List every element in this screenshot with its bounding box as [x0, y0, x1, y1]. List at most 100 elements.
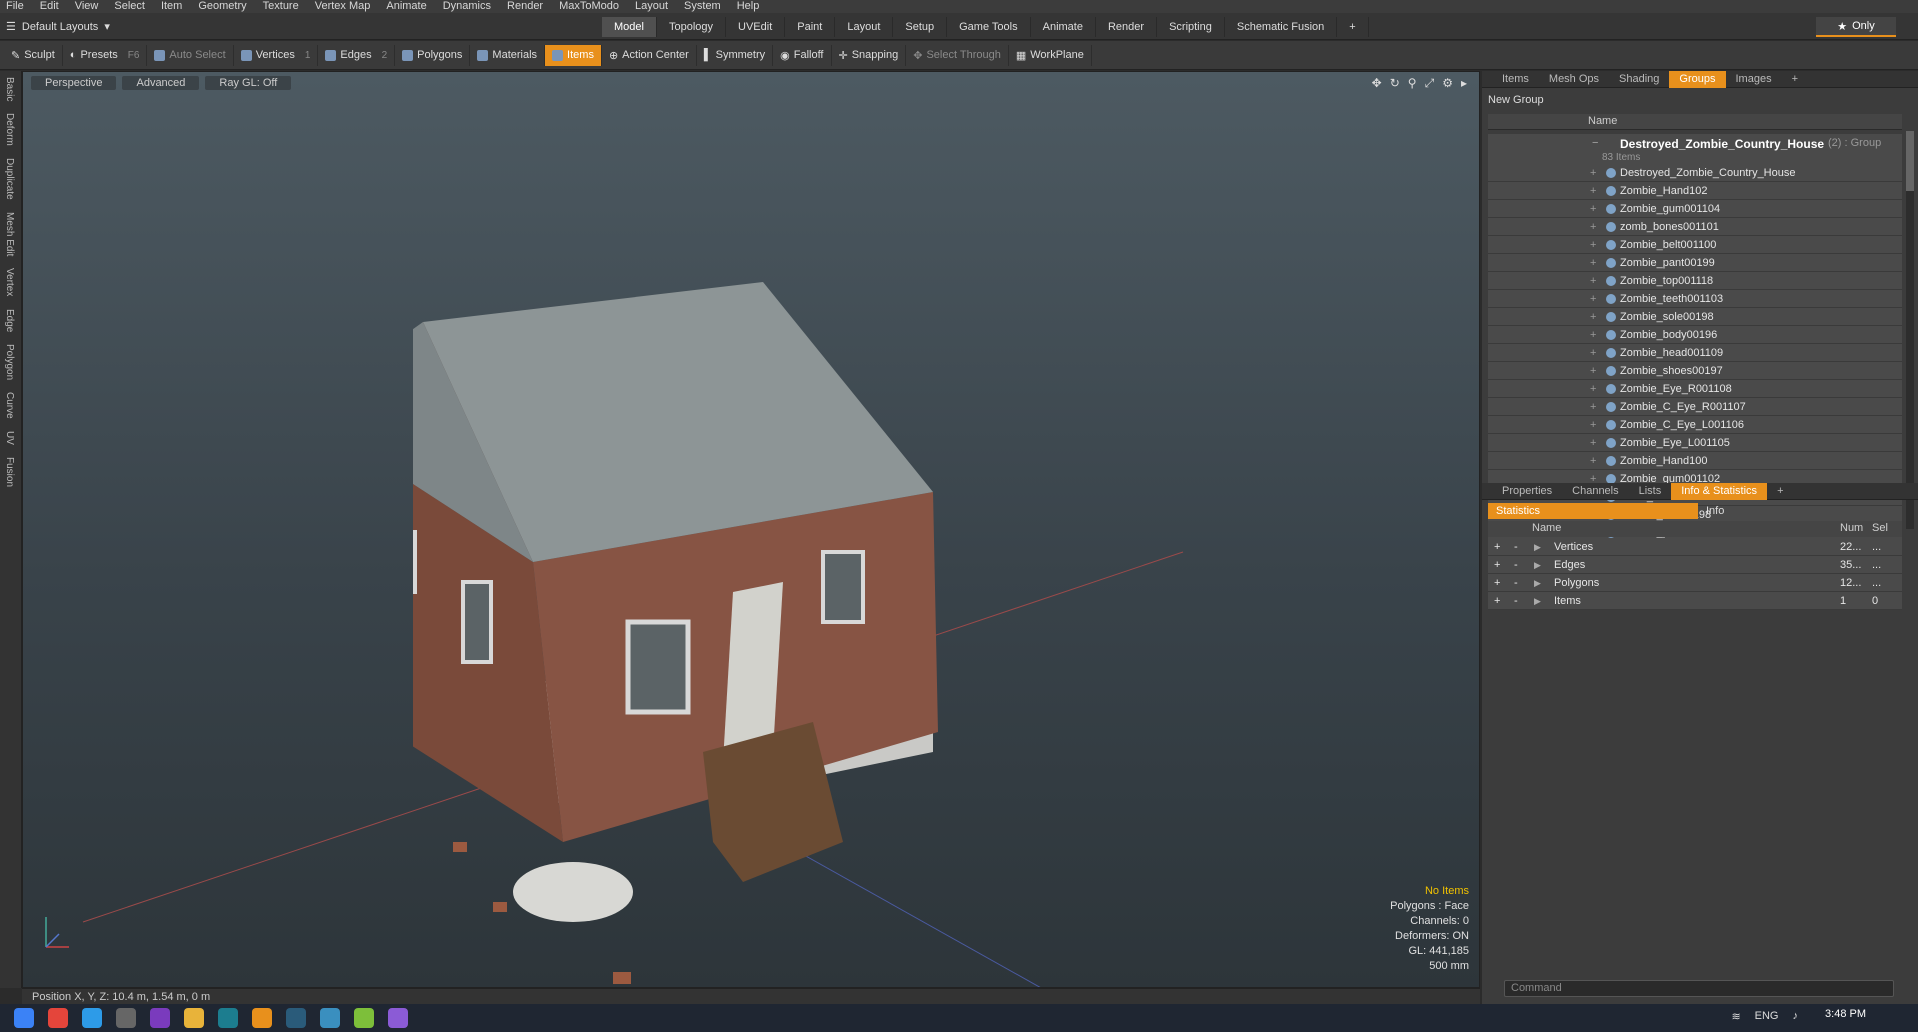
tab-mesh-ops[interactable]: Mesh Ops — [1539, 71, 1609, 88]
list-item[interactable]: + Zombie_Hand102 — [1488, 182, 1902, 200]
clock[interactable]: 3:48 PM — [1825, 1008, 1866, 1020]
materials-button[interactable]: Materials — [470, 44, 546, 66]
menu-help[interactable]: Help — [737, 0, 760, 13]
tool-tab-edge[interactable]: Edge — [0, 303, 15, 338]
add-tab-icon[interactable]: + — [1782, 71, 1808, 88]
action-center-button[interactable]: ⊕ Action Center — [602, 44, 697, 66]
add-tab-icon[interactable]: + — [1767, 483, 1793, 500]
wifi-icon[interactable]: ≋ — [1731, 1010, 1740, 1023]
add-tab-icon[interactable]: + — [1337, 17, 1369, 37]
menu-render[interactable]: Render — [507, 0, 543, 13]
tab-paint[interactable]: Paint — [785, 17, 836, 37]
onenote-icon[interactable] — [150, 1008, 170, 1028]
vertices-button[interactable]: Vertices 1 — [234, 44, 319, 66]
minus-icon[interactable]: - — [1514, 592, 1518, 610]
menu-animate[interactable]: Animate — [386, 0, 426, 13]
symmetry-button[interactable]: ▌ Symmetry — [697, 44, 774, 66]
tool-tab-deform[interactable]: Deform — [0, 107, 15, 152]
tab-animate[interactable]: Animate — [1031, 17, 1096, 37]
workplane-button[interactable]: ▦ WorkPlane — [1009, 44, 1092, 66]
presets-button[interactable]: ◐ Presets F6 — [63, 44, 148, 66]
tab-info-statistics[interactable]: Info & Statistics — [1671, 482, 1768, 500]
only-button[interactable]: ★ Only — [1816, 17, 1896, 37]
expand-icon[interactable]: + — [1590, 218, 1596, 236]
menu-edit[interactable]: Edit — [40, 0, 59, 13]
plus-icon[interactable]: + — [1494, 538, 1500, 556]
list-item[interactable]: + Zombie_C_Eye_L001106 — [1488, 416, 1902, 434]
language-indicator[interactable]: ENG — [1755, 1010, 1779, 1023]
menu-dynamics[interactable]: Dynamics — [443, 0, 491, 13]
modo-icon[interactable] — [286, 1008, 306, 1028]
tab-render[interactable]: Render — [1096, 17, 1158, 37]
command-input[interactable]: Command — [1504, 980, 1894, 997]
list-scrollbar[interactable] — [1906, 131, 1914, 529]
menu-view[interactable]: View — [75, 0, 99, 13]
folder-icon[interactable] — [184, 1008, 204, 1028]
auto-select-button[interactable]: Auto Select — [147, 44, 234, 66]
list-item[interactable]: + Zombie_sole00198 — [1488, 308, 1902, 326]
tab-uvedit[interactable]: UVEdit — [726, 17, 786, 37]
list-item[interactable]: + Destroyed_Zombie_Country_House — [1488, 164, 1902, 182]
new-group-button[interactable]: New Group — [1488, 94, 1544, 106]
minus-icon[interactable]: - — [1514, 556, 1518, 574]
3d-viewport[interactable]: Perspective Advanced Ray GL: Off ✥ ↻ ⚲ ⤢… — [22, 71, 1480, 988]
falloff-button[interactable]: ◉ Falloff — [773, 44, 832, 66]
expand-triangle-icon[interactable]: ▶ — [1534, 592, 1541, 610]
tab-scripting[interactable]: Scripting — [1157, 17, 1225, 37]
expand-icon[interactable]: + — [1590, 380, 1596, 398]
list-item[interactable]: + Zombie_pant00199 — [1488, 254, 1902, 272]
list-item[interactable]: + Zombie_shoes00197 — [1488, 362, 1902, 380]
list-item[interactable]: + Zombie_Eye_R001108 — [1488, 380, 1902, 398]
expand-icon[interactable]: + — [1590, 344, 1596, 362]
stats-row[interactable]: + - ▶ Vertices 22...... — [1488, 538, 1902, 556]
stats-row[interactable]: + - ▶ Edges 35...... — [1488, 556, 1902, 574]
items-button[interactable]: Items — [545, 44, 602, 66]
expand-triangle-icon[interactable]: ▶ — [1534, 556, 1541, 574]
windows-start-icon[interactable] — [14, 1008, 34, 1028]
tab-channels[interactable]: Channels — [1562, 483, 1628, 500]
stats-row[interactable]: + - ▶ Polygons 12...... — [1488, 574, 1902, 592]
tab-setup[interactable]: Setup — [893, 17, 948, 37]
tool-tab-vertex[interactable]: Vertex — [0, 262, 15, 302]
minus-icon[interactable]: - — [1514, 538, 1518, 556]
snapping-button[interactable]: ✛ Snapping — [832, 44, 907, 66]
expand-icon[interactable]: + — [1590, 290, 1596, 308]
group-row[interactable]: − Destroyed_Zombie_Country_House (2) : G… — [1488, 134, 1902, 164]
menu-geometry[interactable]: Geometry — [198, 0, 246, 13]
list-item[interactable]: + Zombie_gum001104 — [1488, 200, 1902, 218]
statistics-tab[interactable]: Statistics — [1488, 503, 1698, 519]
list-item[interactable]: + Zombie_head001109 — [1488, 344, 1902, 362]
tab-topology[interactable]: Topology — [657, 17, 727, 37]
tool-tab-basic[interactable]: Basic — [0, 71, 15, 107]
tool-tab-polygon[interactable]: Polygon — [0, 338, 15, 386]
list-item[interactable]: + Zombie_teeth001103 — [1488, 290, 1902, 308]
menu-vertex-map[interactable]: Vertex Map — [315, 0, 371, 13]
edge-icon[interactable] — [82, 1008, 102, 1028]
expand-triangle-icon[interactable]: ▶ — [1534, 574, 1541, 592]
calculator-icon[interactable] — [116, 1008, 136, 1028]
visual-studio-icon[interactable] — [388, 1008, 408, 1028]
tab-lists[interactable]: Lists — [1629, 483, 1672, 500]
expand-icon[interactable]: + — [1590, 254, 1596, 272]
stats-row[interactable]: + - ▶ Items 1 0 — [1488, 592, 1902, 610]
menu-texture[interactable]: Texture — [263, 0, 299, 13]
select-through-button[interactable]: ✥ Select Through — [906, 44, 1009, 66]
menu-select[interactable]: Select — [114, 0, 145, 13]
plus-icon[interactable]: + — [1494, 574, 1500, 592]
tool-tab-fusion[interactable]: Fusion — [0, 451, 15, 493]
tab-shading[interactable]: Shading — [1609, 71, 1669, 88]
tab-model[interactable]: Model — [602, 17, 657, 37]
house-model[interactable] — [413, 282, 1133, 988]
minus-icon[interactable]: - — [1514, 574, 1518, 592]
expand-icon[interactable]: + — [1590, 416, 1596, 434]
scrollbar-thumb[interactable] — [1906, 131, 1914, 191]
expand-icon[interactable]: + — [1590, 164, 1596, 182]
expand-icon[interactable]: + — [1590, 272, 1596, 290]
tab-properties[interactable]: Properties — [1492, 483, 1562, 500]
plus-icon[interactable]: + — [1494, 592, 1500, 610]
collapse-icon[interactable]: − — [1592, 137, 1598, 149]
tool-tab-mesh-edit[interactable]: Mesh Edit — [0, 206, 15, 262]
photoshop-icon[interactable] — [320, 1008, 340, 1028]
plus-icon[interactable]: + — [1494, 556, 1500, 574]
list-item[interactable]: + Zombie_Eye_L001105 — [1488, 434, 1902, 452]
